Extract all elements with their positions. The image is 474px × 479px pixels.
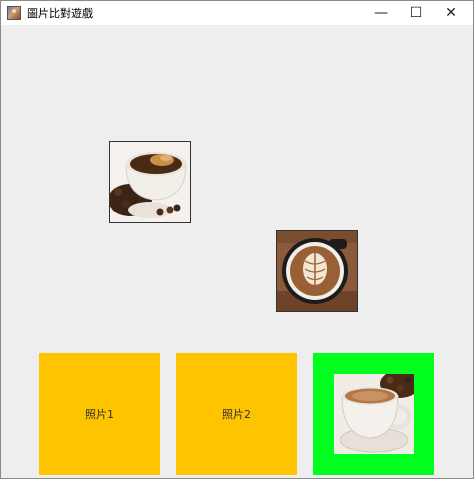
close-button[interactable]: ✕ (429, 1, 473, 25)
hot-chocolate-cup-image (333, 374, 414, 454)
window-title: 圖片比對遊戲 (27, 7, 93, 20)
title-bar: 圖片比對遊戲 — ☐ ✕ (1, 1, 473, 25)
matched-card-hot-chocolate (333, 374, 414, 454)
app-icon (7, 6, 21, 20)
maximize-icon: ☐ (409, 5, 423, 21)
app-window: 圖片比對遊戲 — ☐ ✕ 照片1 照片2 (0, 0, 474, 479)
draggable-card-coffee-beans[interactable] (109, 141, 191, 223)
game-area: 照片1 照片2 (1, 25, 473, 478)
coffee-cup-beans-image (110, 142, 190, 222)
minimize-icon: — (374, 5, 388, 21)
slot-2-label: 照片2 (222, 408, 251, 421)
latte-art-image (277, 231, 357, 311)
draggable-card-latte-art[interactable] (276, 230, 358, 312)
drop-slot-2[interactable]: 照片2 (176, 353, 297, 475)
drop-slot-1[interactable]: 照片1 (39, 353, 160, 475)
slot-1-label: 照片1 (85, 408, 114, 421)
close-icon: ✕ (445, 5, 457, 21)
drop-slot-3-matched[interactable] (313, 353, 434, 475)
